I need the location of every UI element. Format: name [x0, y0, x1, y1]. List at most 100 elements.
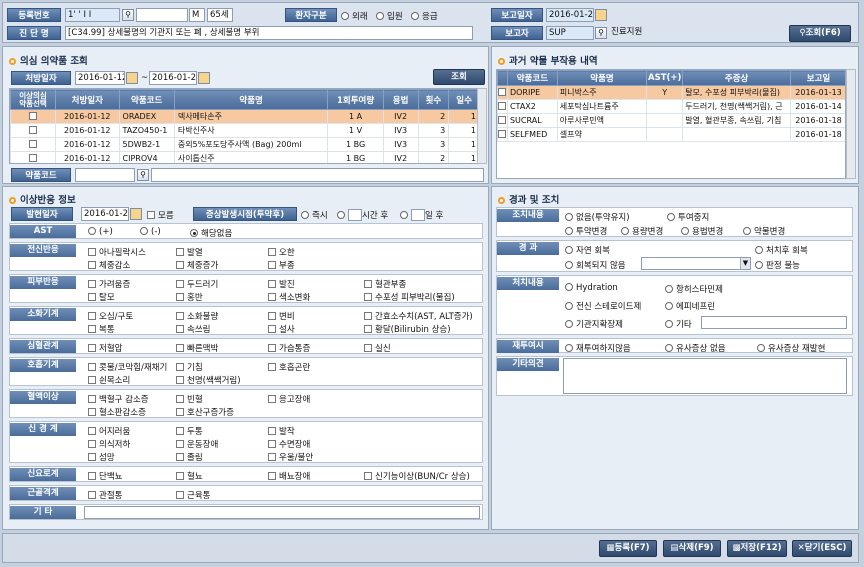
course-select[interactable]: ▼ — [641, 257, 751, 270]
reporter-input[interactable]: SUP — [546, 26, 594, 40]
radio-recovery-after-treatment[interactable]: 처치후 회복 — [755, 244, 808, 256]
radio-epinephrine[interactable]: 에피네프린 — [665, 300, 715, 312]
symptom-checkbox[interactable]: 탈모 — [88, 291, 115, 303]
table-row[interactable]: SUCRAL 아루사루민액 발열, 혈관부종, 속쓰림, 기침 2016-01-18 — [497, 113, 845, 128]
symptom-checkbox[interactable]: 어지러움 — [88, 425, 130, 437]
row-checkbox[interactable] — [497, 99, 508, 114]
symptom-checkbox[interactable]: 백혈구 감소증 — [88, 393, 149, 405]
symptom-checkbox[interactable]: 두통 — [176, 425, 203, 437]
symptom-checkbox[interactable]: 소화불량 — [176, 310, 218, 322]
radio-days[interactable]: 일 후 — [400, 209, 443, 221]
other-opinion-textarea[interactable] — [563, 358, 847, 394]
symptom-checkbox[interactable]: 변비 — [268, 310, 295, 322]
diagnosis-field[interactable]: [C34.99] 상세불명의 기관지 또는 폐 , 상세불명 부위 — [65, 26, 473, 40]
radio-no-readministration[interactable]: 재투여하지않음 — [565, 342, 631, 354]
radio-hydration[interactable]: Hydration — [565, 283, 618, 293]
symptom-checkbox[interactable]: 가려움증 — [88, 278, 130, 290]
symptom-checkbox[interactable]: 간효소수치(AST, ALT증가) — [364, 310, 473, 322]
close-button[interactable]: ✕닫기(ESC) — [792, 540, 852, 557]
table-row[interactable]: 2016-01-12 TAZO450-1 타박신주사 1 V IV3 3 1 — [10, 123, 478, 138]
symptom-checkbox[interactable]: 체중증가 — [176, 259, 218, 271]
radio-symptom-recurred[interactable]: 유사증상 재발현 — [757, 342, 825, 354]
drug-code-input[interactable] — [75, 168, 135, 182]
symptom-checkbox[interactable]: 의식저하 — [88, 438, 130, 450]
radio-antihistamine[interactable]: 항히스타민제 — [665, 283, 723, 295]
symptom-checkbox[interactable]: 관절통 — [88, 489, 122, 501]
row-checkbox[interactable] — [10, 109, 57, 124]
row-checkbox[interactable] — [497, 113, 508, 128]
symptom-checkbox[interactable]: 우울/불안 — [268, 451, 313, 463]
symptom-checkbox[interactable]: 혈소판감소증 — [88, 406, 146, 418]
radio-undeterminable[interactable]: 판정 불능 — [755, 259, 800, 271]
symptom-checkbox[interactable]: 아나필락시스 — [88, 246, 146, 258]
symptom-checkbox[interactable]: 천명(쌕쌕거림) — [176, 374, 241, 386]
radio-outpatient[interactable]: 외래 — [341, 10, 368, 22]
calendar-icon[interactable] — [595, 9, 607, 21]
radio-emergency[interactable]: 응급 — [411, 10, 438, 22]
symptom-checkbox[interactable]: 호산구증가증 — [176, 406, 234, 418]
symptom-checkbox[interactable]: 가슴통증 — [268, 342, 310, 354]
symptom-checkbox[interactable]: 체중감소 — [88, 259, 130, 271]
symptom-checkbox[interactable]: 색소변화 — [268, 291, 310, 303]
symptom-checkbox[interactable]: 콧물/코막힘/재채기 — [88, 361, 167, 373]
radio-dose-change[interactable]: 용량변경 — [621, 225, 663, 237]
table-row[interactable]: CTAX2 세포탁심나트륨주 두드러기, 천명(쌕쌕거림), 근 2016-01-14 — [497, 99, 845, 114]
symptom-checkbox[interactable]: 혈뇨 — [176, 470, 203, 482]
symptom-checkbox[interactable]: 발진 — [268, 278, 295, 290]
table-row[interactable]: 2016-01-12 ORADEX 덱사메타손주 1 A IV2 2 1 — [10, 109, 478, 124]
symptom-checkbox[interactable]: 빠른맥박 — [176, 342, 218, 354]
symptom-checkbox[interactable]: 단백뇨 — [88, 470, 122, 482]
symptom-checkbox[interactable]: 복통 — [88, 323, 115, 335]
symptom-checkbox[interactable]: 설사 — [268, 323, 295, 335]
radio-action-change[interactable]: 투약변경 — [565, 225, 607, 237]
symptom-checkbox[interactable]: 수면장애 — [268, 438, 310, 450]
radio-systemic-steroid[interactable]: 전신 스테로이드제 — [565, 300, 641, 312]
symptom-checkbox[interactable]: 섬망 — [88, 451, 115, 463]
treatment-other-input[interactable] — [701, 316, 847, 329]
radio-drug-change[interactable]: 약물변경 — [743, 225, 785, 237]
symptom-checkbox[interactable]: 응고장애 — [268, 393, 310, 405]
symptom-checkbox[interactable]: 홍반 — [176, 291, 203, 303]
symptom-checkbox[interactable]: 두드러기 — [176, 278, 218, 290]
vertical-scrollbar[interactable] — [846, 69, 856, 179]
row-checkbox[interactable] — [497, 85, 508, 100]
radio-no-similar-symptom[interactable]: 유사증상 없음 — [665, 342, 726, 354]
row-checkbox[interactable] — [10, 151, 57, 163]
radio-action-stop[interactable]: 투여중지 — [667, 211, 709, 223]
symptom-checkbox[interactable]: 부종 — [268, 259, 295, 271]
calendar-icon[interactable] — [198, 72, 210, 84]
radio-natural-recovery[interactable]: 자연 회복 — [565, 244, 610, 256]
search-icon[interactable]: ⚲ — [595, 27, 607, 39]
delete-button[interactable]: ▤삭제(F9) — [663, 540, 721, 557]
calendar-icon[interactable] — [130, 208, 142, 220]
table-row[interactable]: 2016-01-12 5DWB2-1 중외5%포도당주사액 (Bag) 200ml 1… — [10, 137, 478, 152]
radio-bronchodilator[interactable]: 기관지확장제 — [565, 318, 623, 330]
calendar-icon[interactable] — [126, 72, 138, 84]
radio-inpatient[interactable]: 입원 — [376, 10, 403, 22]
row-checkbox[interactable] — [10, 123, 57, 138]
radio-ast-negative[interactable]: (-) — [140, 227, 161, 237]
symptom-checkbox[interactable]: 수포성 피부박리(물집) — [364, 291, 455, 303]
symptom-checkbox[interactable]: 운동장애 — [176, 438, 218, 450]
symptom-checkbox[interactable]: 발열 — [176, 246, 203, 258]
symptom-checkbox[interactable]: 발작 — [268, 425, 295, 437]
report-date-input[interactable]: 2016-01-21 — [546, 8, 594, 22]
radio-immediate[interactable]: 즉시 — [301, 209, 328, 221]
radio-ast-na[interactable]: 해당없음 — [190, 227, 232, 239]
unknown-checkbox[interactable]: 모름 — [147, 209, 174, 221]
other-symptom-input[interactable] — [84, 506, 480, 519]
save-button[interactable]: ▩저장(F12) — [727, 540, 787, 557]
row-checkbox[interactable] — [497, 127, 508, 142]
radio-not-recovered[interactable]: 회복되지 않음 — [565, 259, 626, 271]
query-button[interactable]: 조회 — [433, 69, 485, 85]
date-from-input[interactable]: 2016-01-12 — [75, 71, 125, 85]
symptom-checkbox[interactable]: 신기능이상(BUN/Cr 상승) — [364, 470, 470, 482]
radio-ast-positive[interactable]: (+) — [88, 227, 113, 237]
date-to-input[interactable]: 2016-01-21 — [149, 71, 197, 85]
symptom-checkbox[interactable]: 빈혈 — [176, 393, 203, 405]
onset-date-input[interactable]: 2016-01-21 — [81, 207, 129, 221]
search-icon[interactable]: ⚲ — [137, 169, 149, 181]
symptom-checkbox[interactable]: 속쓰림 — [176, 323, 210, 335]
symptom-checkbox[interactable]: 실신 — [364, 342, 391, 354]
symptom-checkbox[interactable]: 혈관부종 — [364, 278, 406, 290]
